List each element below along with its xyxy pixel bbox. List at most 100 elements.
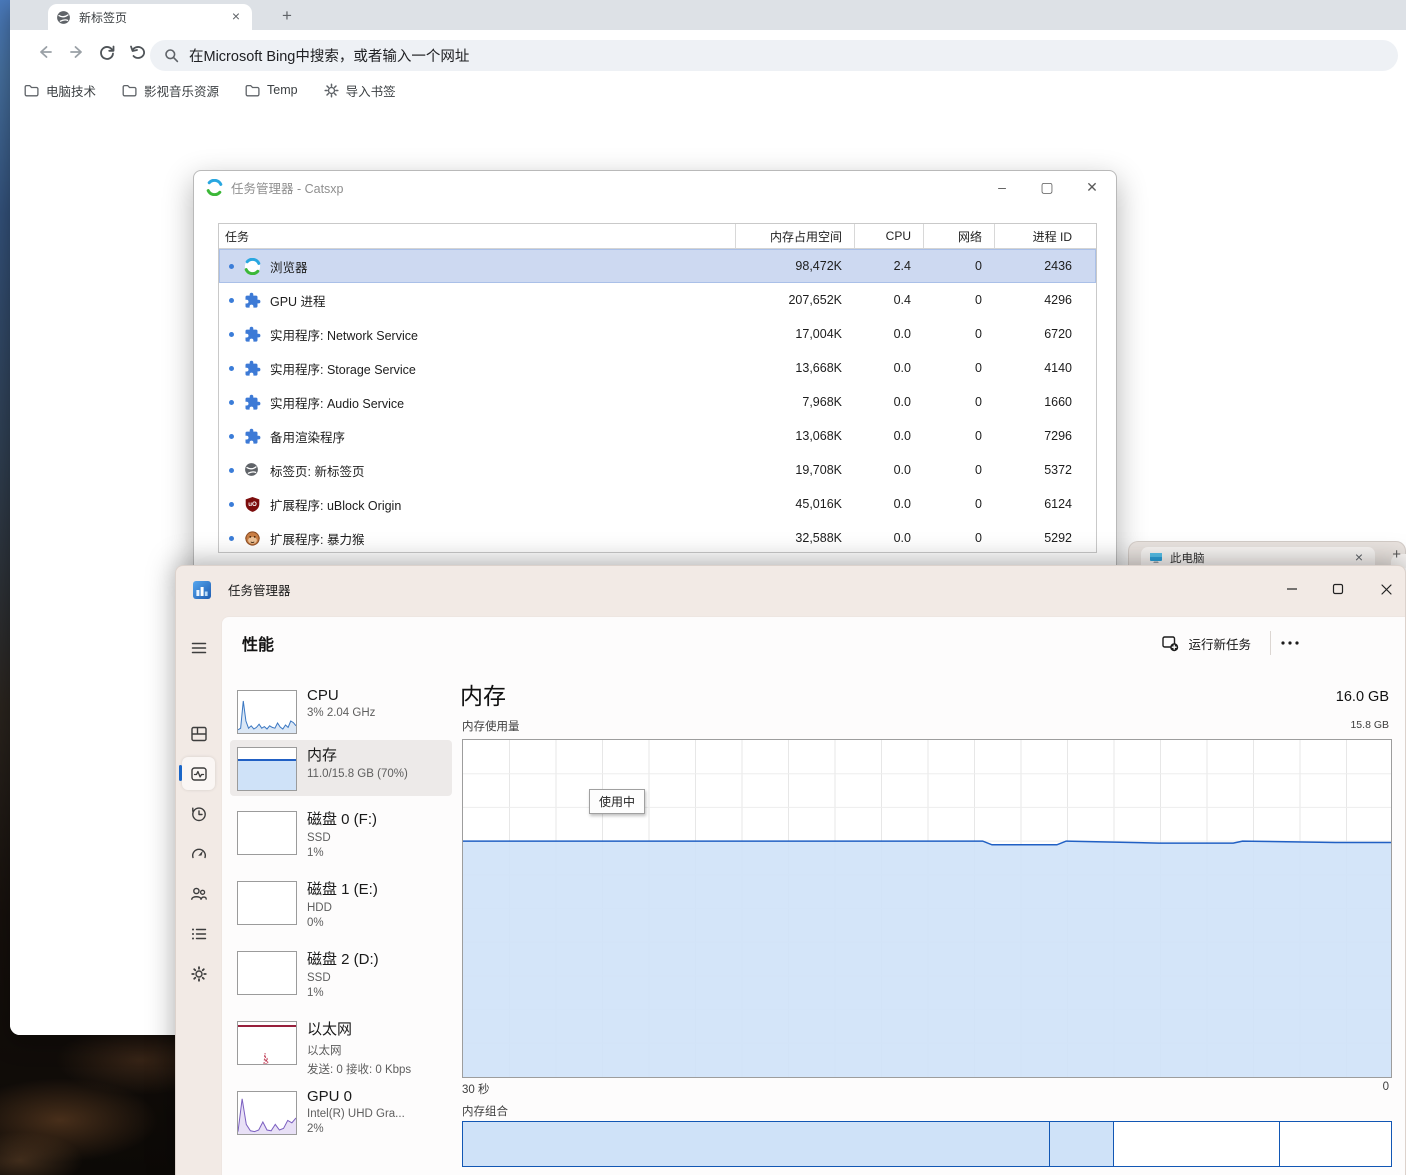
tab-favicon-globe-icon [56,10,71,25]
gpu-mini-chart [237,1091,297,1135]
maximize-icon[interactable]: ▢ [1037,177,1057,197]
process-row[interactable]: 备用渲染程序 13,068K 0.0 0 7296 [219,419,1096,453]
sidebar-item-detail: 1% [307,987,324,999]
processes-icon [190,725,208,743]
browser-task-manager-titlebar[interactable]: 任务管理器 - Catsxp [194,171,1116,203]
sidebar-item-cpu[interactable]: CPU 3% 2.04 GHz [230,683,452,739]
bookmarks-bar: 电脑技术 影视音乐资源 Temp 导入书签 [10,74,1406,106]
sidebar-item-disk[interactable]: 磁盘 0 (F:) SSD 1% [230,804,452,866]
bookmark-item[interactable]: Temp [245,83,298,97]
forward-icon[interactable] [68,43,86,61]
bookmark-label: 电脑技术 [46,84,97,99]
gear-icon [324,82,339,98]
bookmark-label: 影视音乐资源 [144,84,220,99]
process-name: 标签页: 新标签页 [270,464,365,479]
process-network: 0 [975,531,982,545]
explorer-window-peek[interactable]: 此电脑 × + [1128,541,1406,568]
bookmark-label: 导入书签 [345,84,396,99]
sidebar-item-ethernet[interactable]: 以太网 以太网 发送: 0 接收: 0 Kbps [230,1014,452,1076]
hamburger-menu-icon[interactable] [182,631,215,664]
app-history-nav-button[interactable] [182,797,215,830]
sidebar-item-disk[interactable]: 磁盘 1 (E:) HDD 0% [230,874,452,936]
bookmark-item[interactable]: 电脑技术 [24,81,96,100]
composition-segment-standby[interactable] [1112,1122,1279,1166]
process-network: 0 [975,293,982,307]
maximize-icon[interactable] [1323,574,1353,604]
process-row[interactable]: 实用程序: Storage Service 13,668K 0.0 0 4140 [219,351,1096,385]
process-table-header[interactable]: 任务 内存占用空间 CPU 网络 进程 ID [219,224,1096,249]
process-network: 0 [975,327,982,341]
run-new-task-button[interactable]: 运行新任务 [1155,629,1257,657]
performance-nav-button[interactable] [182,757,215,790]
this-pc-icon [1149,552,1163,564]
process-cpu: 0.0 [893,395,911,409]
minimize-icon[interactable] [1277,574,1307,604]
processes-nav-button[interactable] [182,717,215,750]
process-row[interactable]: 浏览器 98,472K 2.4 0 2436 [219,249,1096,283]
minimize-icon[interactable]: – [992,177,1012,197]
process-row[interactable]: 扩展程序: 暴力猴 32,588K 0.0 0 5292 [219,521,1096,555]
task-manager-title: 任务管理器 [228,584,291,598]
task-manager-titlebar[interactable]: 任务管理器 [176,566,1405,613]
run-new-task-icon [1161,634,1180,653]
address-bar[interactable]: 在Microsoft Bing中搜索，或者输入一个网址 [150,40,1398,71]
process-table: 任务 内存占用空间 CPU 网络 进程 ID 浏览器 98,472K 2.4 0… [218,223,1097,553]
selected-indicator [179,765,182,781]
process-cpu: 0.0 [893,497,911,511]
explorer-tab-title: 此电脑 [1170,552,1205,565]
composition-segment-in-use[interactable] [463,1122,1049,1166]
process-row[interactable]: 标签页: 新标签页 19,708K 0.0 0 5372 [219,453,1096,487]
process-bullet [229,365,234,371]
process-bullet [229,399,234,405]
sidebar-item-detail: 0% [307,917,324,929]
process-pid: 7296 [1044,429,1072,443]
process-name: 备用渲染程序 [270,430,346,445]
bookmark-item[interactable]: 影视音乐资源 [122,81,219,100]
column-network[interactable]: 网络 [923,224,994,248]
bookmark-label: Temp [267,83,298,97]
sidebar-item-gpu[interactable]: GPU 0 Intel(R) UHD Gra... 2% [230,1084,452,1146]
close-icon[interactable] [1371,574,1401,604]
composition-segment-modified[interactable] [1048,1122,1113,1166]
browser-tab[interactable]: 新标签页 × [48,4,252,30]
bookmark-item[interactable]: 导入书签 [324,81,396,100]
process-bullet [229,467,234,473]
close-icon[interactable]: ✕ [1082,177,1102,197]
column-pid[interactable]: 进程 ID [994,224,1096,248]
cpu-mini-chart [237,690,297,734]
undo-reload-icon[interactable] [128,43,146,61]
refresh-icon[interactable] [98,43,116,61]
process-row[interactable]: GPU 进程 207,652K 0.4 0 4296 [219,283,1096,317]
startup-apps-nav-button[interactable] [182,837,215,870]
process-name: 扩展程序: 暴力猴 [270,532,365,547]
process-row[interactable]: uO 扩展程序: uBlock Origin 45,016K 0.0 0 612… [219,487,1096,521]
new-tab-button[interactable]: + [276,5,298,27]
process-row[interactable]: 实用程序: Network Service 17,004K 0.0 0 6720 [219,317,1096,351]
services-nav-button[interactable] [182,957,215,990]
column-memory[interactable]: 内存占用空间 [735,224,854,248]
process-pid: 5292 [1044,531,1072,545]
sidebar-item-memory[interactable]: 内存 11.0/15.8 GB (70%) [230,740,452,796]
column-cpu[interactable]: CPU [854,224,923,248]
tab-close-icon[interactable]: × [228,9,244,25]
puzzle-icon [244,360,261,377]
process-pid: 4296 [1044,293,1072,307]
back-icon[interactable] [36,43,54,61]
process-cpu: 0.0 [893,463,911,477]
column-task[interactable]: 任务 [219,224,735,248]
process-row[interactable]: 实用程序: Audio Service 7,968K 0.0 0 1660 [219,385,1096,419]
sidebar-item-name: 磁盘 2 (D:) [307,951,379,968]
sidebar-item-detail: 发送: 0 接收: 0 Kbps [307,1064,412,1076]
process-name: GPU 进程 [270,294,326,309]
details-nav-button[interactable] [182,917,215,950]
explorer-tab-close-icon[interactable]: × [1351,550,1367,566]
users-nav-button[interactable] [182,877,215,910]
more-options-icon[interactable] [1275,629,1305,657]
process-memory: 7,968K [802,395,842,409]
process-network: 0 [975,259,982,273]
explorer-new-tab-icon[interactable]: + [1392,546,1401,563]
composition-segment-free[interactable] [1278,1122,1391,1166]
memory-composition-bar[interactable] [462,1121,1392,1167]
sidebar-item-disk[interactable]: 磁盘 2 (D:) SSD 1% [230,944,452,1006]
process-cpu: 0.0 [893,429,911,443]
